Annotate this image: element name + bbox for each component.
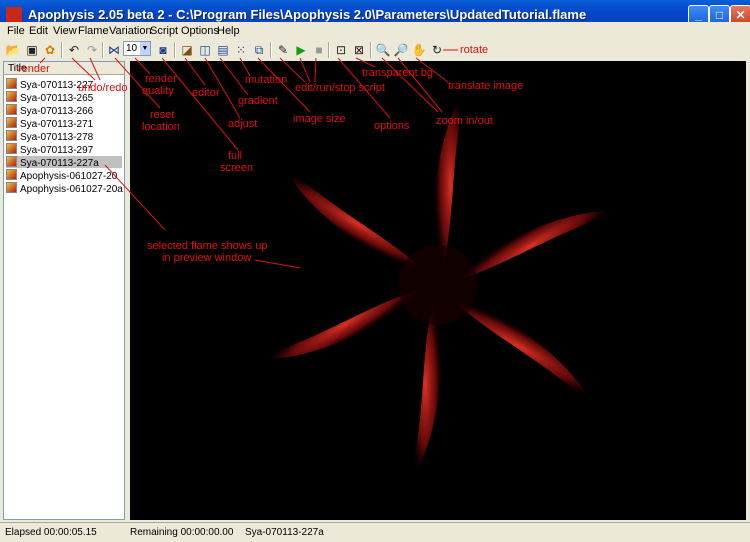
- annotation-options: options: [374, 120, 410, 132]
- menu-variation[interactable]: Variation: [109, 25, 152, 37]
- full-screen-icon[interactable]: ◙: [155, 42, 171, 58]
- menu-options[interactable]: Options: [181, 25, 219, 37]
- zoom-in-icon[interactable]: 🔍: [375, 42, 391, 58]
- flame-icon: [6, 156, 17, 167]
- save-icon[interactable]: ▣: [24, 42, 40, 58]
- transparent-bg-icon[interactable]: ⊠: [351, 42, 367, 58]
- menu-view[interactable]: View: [53, 25, 77, 37]
- annotation-adjust: adjust: [228, 118, 258, 130]
- flame-icon: [6, 143, 17, 154]
- adjust-icon[interactable]: ◫: [197, 42, 213, 58]
- annotation-editor: editor: [192, 87, 220, 99]
- flame-icon: [6, 182, 17, 193]
- render-quality-value: 10: [126, 43, 138, 54]
- annotation-rotate: rotate: [460, 44, 489, 56]
- annotation-script: edit/run/stop script: [295, 82, 385, 94]
- undo-icon[interactable]: ↶: [66, 42, 82, 58]
- list-item[interactable]: Sya-070113-271: [6, 117, 122, 130]
- chevron-down-icon[interactable]: ▼: [140, 42, 150, 55]
- translate-icon[interactable]: ✋: [411, 42, 427, 58]
- reset-location-icon[interactable]: ⋈: [106, 42, 122, 58]
- list-item[interactable]: Apophysis-061027-20a: [6, 182, 123, 195]
- status-flame-name: Sya-070113-227a: [245, 527, 324, 538]
- run-script-icon[interactable]: ▶: [293, 42, 309, 58]
- open-icon[interactable]: 📂: [5, 42, 21, 58]
- edit-script-icon[interactable]: ✎: [275, 42, 291, 58]
- annotation-translate: translate image: [448, 80, 524, 92]
- editor-icon[interactable]: ◪: [179, 42, 195, 58]
- redo-icon[interactable]: ↷: [84, 42, 100, 58]
- annotation-selected-2: in preview window: [162, 252, 252, 264]
- mutation-icon[interactable]: ⁙: [233, 42, 249, 58]
- list-item[interactable]: Sya-070113-266: [6, 104, 122, 117]
- flame-icon: [6, 117, 17, 128]
- annotation-render-quality-1: render: [145, 73, 177, 85]
- flame-icon: [6, 91, 17, 102]
- annotation-reset-location-1: reset: [150, 109, 175, 121]
- annotation-mutation: mutation: [245, 74, 288, 86]
- image-size-icon[interactable]: ⧉: [251, 42, 267, 58]
- menu-file[interactable]: File: [7, 25, 25, 37]
- zoom-out-icon[interactable]: 🔎: [393, 42, 409, 58]
- annotation-render-quality-2: quality: [142, 85, 174, 97]
- stop-script-icon[interactable]: ■: [311, 42, 327, 58]
- remaining-time: Remaining 00:00:00.00: [130, 527, 234, 538]
- annotation-undo-redo: undo/redo: [78, 82, 128, 94]
- menu-bar: File Edit View Flame Variation Script Op…: [0, 22, 750, 40]
- rotate-icon[interactable]: ↻: [429, 42, 445, 58]
- menu-script[interactable]: Script: [150, 25, 178, 37]
- list-item-selected[interactable]: Sya-070113-227a: [6, 156, 122, 169]
- gradient-icon[interactable]: ▤: [215, 42, 231, 58]
- annotation-full-screen-1: full: [228, 150, 243, 162]
- options-icon[interactable]: ⊡: [333, 42, 349, 58]
- annotation-reset-location-2: location: [142, 121, 180, 133]
- flame-icon: [6, 78, 17, 89]
- window-title: Apophysis 2.05 beta 2 - C:\Program Files…: [28, 7, 587, 22]
- flame-icon: [6, 169, 17, 180]
- apophysis-icon: [6, 7, 22, 23]
- menu-help[interactable]: Help: [217, 25, 240, 37]
- status-bar: Elapsed 00:00:05.15 Remaining 00:00:00.0…: [0, 522, 750, 542]
- list-item[interactable]: Apophysis-061027-20: [6, 169, 122, 182]
- render-icon[interactable]: ✿: [42, 42, 58, 58]
- annotation-render: render: [18, 63, 50, 75]
- annotation-zoom: zoom in/out: [436, 115, 493, 127]
- list-item[interactable]: Sya-070113-278: [6, 130, 122, 143]
- elapsed-time: Elapsed 00:00:05.15: [5, 527, 97, 538]
- fractal-flame-image: [249, 85, 627, 485]
- toolbar: 📂 ▣ ✿ ↶ ↷ ⋈ ◙ ◪ ◫ ▤ ⁙ ⧉ ✎ ▶ ■ ⊡ ⊠ 🔍 🔎 ✋ …: [0, 40, 750, 60]
- flame-icon: [6, 130, 17, 141]
- flame-list[interactable]: Title Sya-070113-227 Sya-070113-265 Sya-…: [3, 61, 125, 520]
- menu-edit[interactable]: Edit: [29, 25, 48, 37]
- annotation-selected-1: selected flame shows up: [147, 240, 268, 252]
- flame-icon: [6, 104, 17, 115]
- menu-flame[interactable]: Flame: [78, 25, 109, 37]
- annotation-image-size: image size: [293, 113, 346, 125]
- annotation-transparent-bg: transparent bg: [362, 67, 433, 79]
- render-quality-select[interactable]: 10 ▼: [123, 41, 151, 56]
- annotation-full-screen-2: screen: [220, 162, 254, 174]
- annotation-gradient: gradient: [238, 95, 278, 107]
- preview-window[interactable]: [130, 61, 746, 520]
- list-item[interactable]: Sya-070113-297: [6, 143, 122, 156]
